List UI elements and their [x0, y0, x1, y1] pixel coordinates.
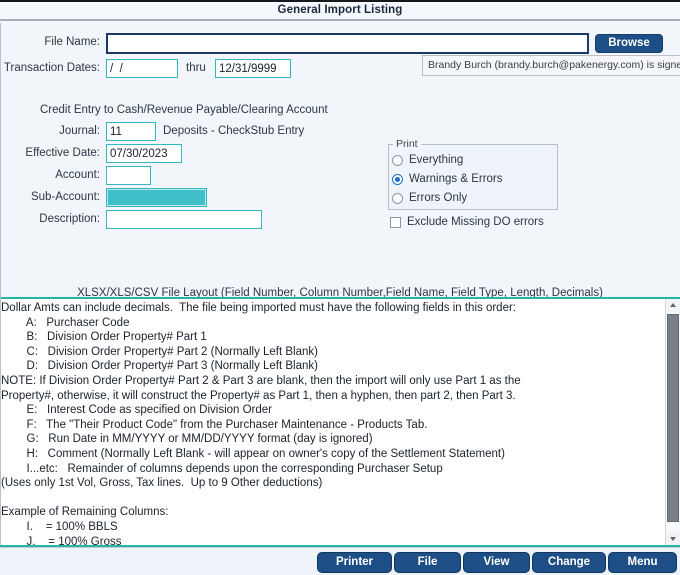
radio-everything[interactable]: Everything [392, 154, 463, 166]
effective-date-label: Effective Date: [25, 147, 100, 159]
change-button[interactable]: Change [532, 552, 606, 573]
view-button[interactable]: View [463, 552, 530, 573]
chevron-up-icon [670, 303, 676, 307]
layout-line: A: Purchaser Code [1, 316, 130, 329]
layout-line: Property#, otherwise, it will construct … [1, 389, 516, 402]
text-panel-scrollbar[interactable] [665, 299, 680, 545]
layout-line: J. = 100% Gross [1, 535, 122, 546]
layout-line: Dollar Amts can include decimals. The fi… [1, 302, 516, 314]
radio-errors-only-icon [392, 192, 403, 204]
layout-line: I...etc: Remainder of columns depends up… [1, 462, 443, 475]
radio-warnings-errors[interactable]: Warnings & Errors [392, 173, 503, 185]
layout-line: NOTE: If Division Order Property# Part 2… [1, 374, 521, 387]
printer-button[interactable]: Printer [317, 552, 392, 573]
scroll-down-button[interactable] [666, 532, 680, 545]
layout-line: F: The "Their Product Code" from the Pur… [1, 418, 428, 431]
file-layout-text-content: Dollar Amts can include decimals. The fi… [0, 299, 664, 545]
general-import-listing-window: General Import Listing File Name: Browse… [0, 0, 680, 575]
layout-line: B: Division Order Property# Part 1 [1, 331, 207, 344]
description-input[interactable] [106, 210, 262, 229]
layout-line: D: Division Order Property# Part 3 (Norm… [1, 360, 318, 373]
layout-line [1, 491, 664, 506]
browse-button[interactable]: Browse [595, 34, 663, 53]
chevron-down-icon [670, 537, 676, 541]
transaction-date-from-input[interactable] [106, 59, 178, 78]
file-name-input[interactable] [106, 33, 589, 54]
layout-line: H: Comment (Normally Left Blank - will a… [1, 447, 505, 460]
account-label: Account: [55, 169, 100, 181]
file-name-label: File Name: [44, 36, 100, 48]
journal-label: Journal: [59, 125, 100, 137]
print-group-legend: Print [393, 138, 421, 150]
import-form-area: File Name: Browse Brandy Burch (brandy.b… [0, 23, 680, 299]
description-label: Description: [39, 213, 100, 225]
checkbox-unchecked-icon [390, 216, 401, 228]
file-button[interactable]: File [394, 552, 461, 573]
signed-in-user-tooltip: Brandy Burch (brandy.burch@pakenergy.com… [422, 55, 680, 76]
scroll-up-button[interactable] [666, 299, 680, 312]
radio-errors-only[interactable]: Errors Only [392, 192, 467, 204]
action-toolbar: Printer File View Change Menu [0, 547, 680, 575]
transaction-date-to-input[interactable] [215, 59, 291, 78]
layout-line: I. = 100% BBLS [1, 520, 118, 533]
credit-entry-heading: Credit Entry to Cash/Revenue Payable/Cle… [40, 104, 328, 116]
radio-everything-icon [392, 154, 403, 166]
scrollbar-thumb[interactable] [667, 314, 679, 522]
menu-button[interactable]: Menu [608, 552, 677, 573]
exclude-missing-do-errors-checkbox[interactable]: Exclude Missing DO errors [390, 216, 544, 228]
layout-line: E: Interest Code as specified on Divisio… [1, 404, 273, 417]
account-input[interactable] [106, 166, 151, 185]
layout-line: C: Division Order Property# Part 2 (Norm… [1, 345, 318, 358]
effective-date-input[interactable] [106, 144, 182, 163]
exclude-missing-do-errors-label: Exclude Missing DO errors [407, 216, 544, 228]
radio-warnings-errors-label: Warnings & Errors [409, 173, 503, 185]
window-title: General Import Listing [277, 4, 403, 16]
radio-errors-only-label: Errors Only [409, 192, 468, 204]
window-title-bar: General Import Listing [0, 2, 680, 21]
radio-everything-label: Everything [409, 154, 464, 166]
sub-account-input[interactable] [106, 188, 207, 207]
thru-label: thru [186, 62, 206, 74]
file-layout-text-panel[interactable]: Dollar Amts can include decimals. The fi… [0, 299, 680, 545]
sub-account-label: Sub-Account: [30, 191, 100, 203]
layout-line: (Uses only 1st Vol, Gross, Tax lines. Up… [1, 477, 323, 490]
window-left-edge [0, 23, 1, 545]
journal-description: Deposits - CheckStub Entry [163, 125, 305, 137]
radio-warnings-errors-icon [392, 173, 403, 185]
transaction-dates-label: Transaction Dates: [3, 62, 100, 74]
layout-line: Example of Remaining Columns: [1, 506, 169, 519]
layout-line: G: Run Date in MM/YYYY or MM/DD/YYYY for… [1, 433, 373, 446]
journal-input[interactable] [106, 122, 156, 141]
